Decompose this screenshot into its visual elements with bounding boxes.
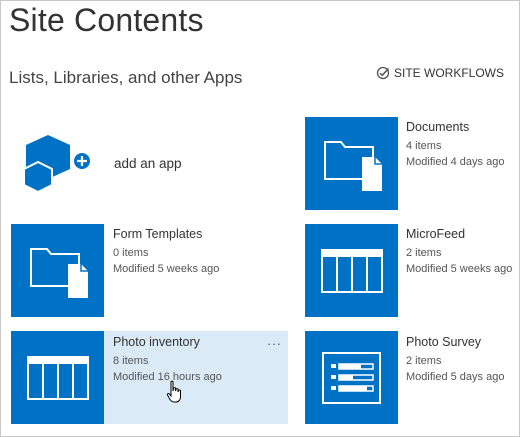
documents-tile[interactable] [305, 117, 398, 210]
app-count: 8 items [113, 355, 149, 367]
add-app-icon [18, 135, 98, 206]
site-workflows-label: SITE WORKFLOWS [393, 66, 504, 80]
photo-inventory-tile[interactable] [11, 331, 104, 424]
documents-info: Documents 4 items Modified 4 days ago [406, 120, 504, 170]
site-workflows-link[interactable]: SITE WORKFLOWS [376, 66, 504, 80]
app-count: 4 items [406, 140, 442, 152]
app-name[interactable]: Photo Survey [406, 335, 504, 349]
form-templates-info: Form Templates 0 items Modified 5 weeks … [113, 227, 219, 277]
app-name[interactable]: Documents [406, 120, 504, 134]
more-options-button[interactable]: ··· [267, 336, 282, 351]
app-modified: Modified 5 weeks ago [113, 263, 220, 275]
hand-cursor-icon [166, 380, 184, 409]
app-name[interactable]: Form Templates [113, 227, 219, 241]
workflow-check-icon [376, 66, 390, 80]
add-app-label: add an app [114, 156, 182, 171]
microfeed-info: MicroFeed 2 items Modified 5 weeks ago [406, 227, 512, 277]
app-count: 2 items [406, 355, 442, 367]
microfeed-tile[interactable] [305, 224, 398, 317]
photo-inventory-info: Photo inventory 8 items Modified 16 hour… [113, 335, 222, 385]
section-title: Lists, Libraries, and other Apps [9, 68, 243, 87]
app-modified: Modified 4 days ago [406, 156, 505, 168]
app-name[interactable]: MicroFeed [406, 227, 512, 241]
app-modified: Modified 5 days ago [406, 371, 505, 383]
photo-survey-tile[interactable] [305, 331, 398, 424]
app-count: 2 items [406, 247, 442, 259]
photo-survey-info: Photo Survey 2 items Modified 5 days ago [406, 335, 504, 385]
app-count: 0 items [113, 247, 149, 259]
form-templates-tile[interactable] [11, 224, 104, 317]
app-name[interactable]: Photo inventory [113, 335, 222, 349]
page-title: Site Contents [9, 2, 204, 38]
app-modified: Modified 5 weeks ago [406, 263, 513, 275]
